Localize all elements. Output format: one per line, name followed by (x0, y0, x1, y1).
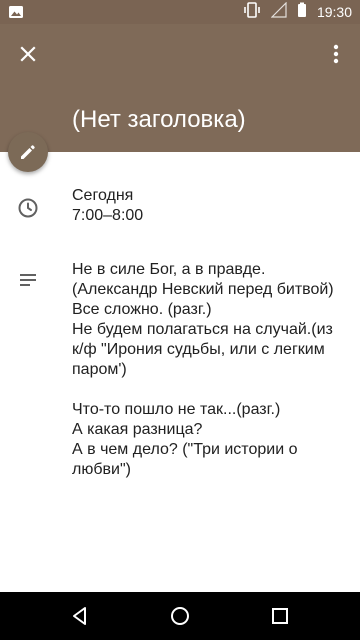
home-icon (171, 607, 189, 625)
back-button[interactable] (68, 604, 92, 628)
event-title: (Нет заголовка) (72, 106, 246, 133)
close-button[interactable] (12, 38, 44, 70)
status-bar: 19:30 (0, 0, 360, 24)
navigation-bar (0, 592, 360, 640)
vibrate-icon (243, 1, 261, 23)
home-button[interactable] (168, 604, 192, 628)
event-date-label: Сегодня (72, 187, 134, 204)
back-icon (73, 607, 86, 625)
event-time-range: 7:00–8:00 (72, 207, 144, 224)
event-time-text: Сегодня 7:00–8:00 (72, 186, 344, 226)
notes-icon (16, 268, 40, 292)
signal-icon (270, 1, 287, 23)
overflow-menu-button[interactable] (324, 38, 348, 70)
event-header: (Нет заголовка) (0, 24, 360, 152)
edit-icon (21, 145, 35, 159)
close-icon (20, 46, 36, 62)
recents-button[interactable] (268, 604, 292, 628)
status-time: 19:30 (316, 4, 352, 20)
edit-button[interactable] (8, 132, 48, 172)
image-icon (8, 4, 24, 20)
battery-icon (297, 2, 307, 23)
more-vert-icon (333, 44, 339, 64)
recents-icon (272, 608, 288, 624)
event-description: Не в силе Бог, а в правде. (Александр Не… (72, 261, 334, 478)
clock-icon (16, 196, 40, 220)
